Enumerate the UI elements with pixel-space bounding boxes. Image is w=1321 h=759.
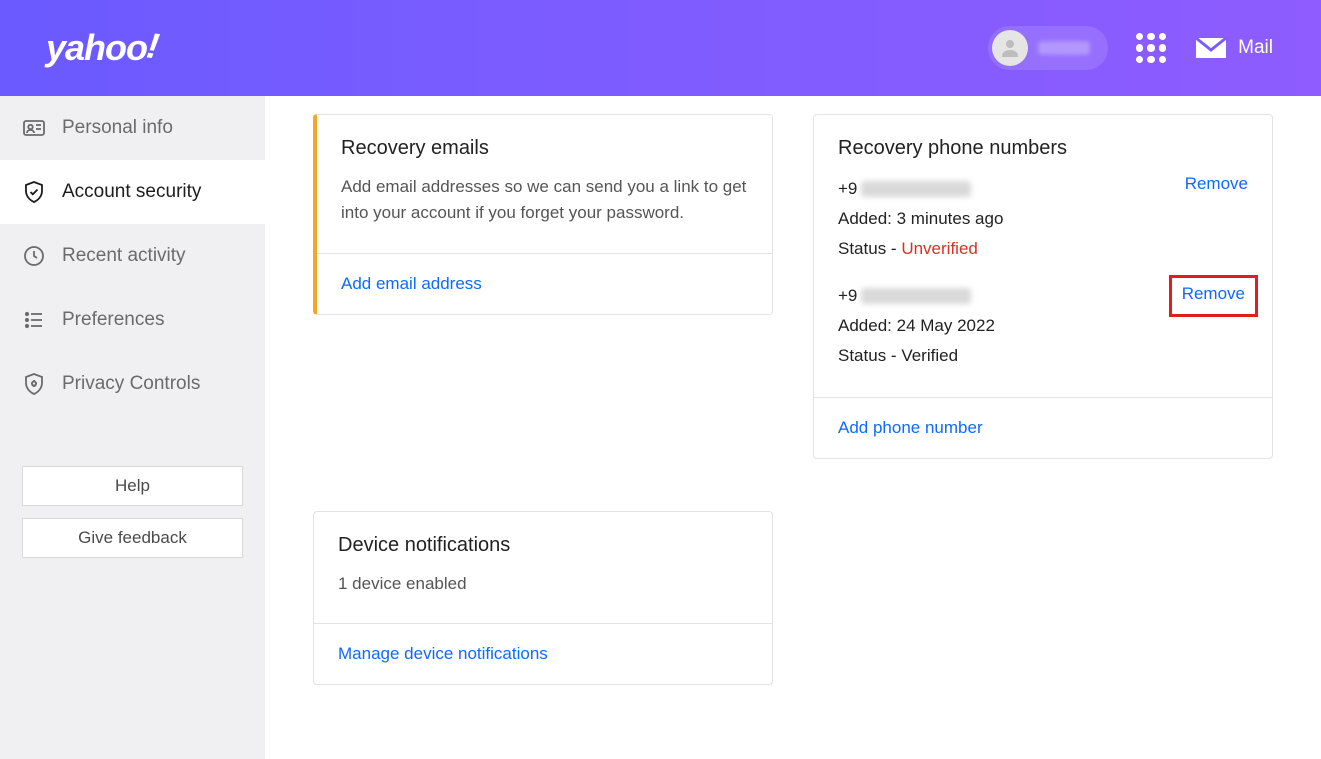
account-name-redacted — [1038, 41, 1090, 55]
card-title: Device notifications — [338, 534, 748, 557]
sidebar-item-label: Preferences — [62, 309, 164, 331]
avatar-icon — [992, 30, 1028, 66]
shield-check-icon — [22, 180, 46, 204]
device-notifications-card: Device notifications 1 device enabled Ma… — [313, 511, 773, 685]
recovery-emails-card: Recovery emails Add email addresses so w… — [313, 114, 773, 315]
sidebar-item-privacy-controls[interactable]: Privacy Controls — [0, 352, 265, 416]
shield-gear-icon — [22, 372, 46, 396]
remove-phone-link[interactable]: Remove — [1185, 174, 1248, 194]
sidebar-item-label: Account security — [62, 181, 201, 203]
device-count: 1 device enabled — [338, 571, 748, 597]
app-header: yahoo! Mail — [0, 0, 1321, 96]
mail-icon — [1194, 36, 1228, 60]
sidebar-item-label: Privacy Controls — [62, 373, 200, 395]
clock-icon — [22, 244, 46, 268]
phone-redacted — [861, 181, 971, 197]
sidebar-item-personal-info[interactable]: Personal info — [0, 96, 265, 160]
remove-phone-link-highlighted[interactable]: Remove — [1169, 275, 1258, 317]
add-email-address-link[interactable]: Add email address — [341, 274, 482, 293]
mail-label: Mail — [1238, 37, 1273, 59]
sidebar-item-preferences[interactable]: Preferences — [0, 288, 265, 352]
manage-device-notifications-link[interactable]: Manage device notifications — [338, 644, 548, 663]
sidebar-item-account-security[interactable]: Account security — [0, 160, 265, 224]
card-description: Add email addresses so we can send you a… — [341, 174, 748, 227]
help-button[interactable]: Help — [22, 466, 243, 506]
card-title: Recovery phone numbers — [838, 137, 1248, 160]
phone-number: +9 — [838, 174, 1003, 204]
sidebar-item-label: Personal info — [62, 117, 173, 139]
yahoo-logo[interactable]: yahoo! — [46, 27, 158, 69]
add-phone-number-link[interactable]: Add phone number — [838, 418, 983, 437]
account-chip[interactable] — [988, 26, 1108, 70]
main-content: Recovery emails Add email addresses so w… — [265, 96, 1321, 759]
sidebar-item-label: Recent activity — [62, 245, 186, 267]
apps-launcher-icon[interactable] — [1136, 33, 1166, 63]
phone-entry: +9 Added: 24 May 2022 Status - Verified … — [838, 281, 1248, 370]
phone-redacted — [861, 288, 971, 304]
list-icon — [22, 308, 46, 332]
phone-added-value: 24 May 2022 — [897, 316, 995, 335]
phone-number: +9 — [838, 281, 995, 311]
phone-status-value: Verified — [901, 346, 958, 365]
sidebar: Personal info Account security Recent ac… — [0, 96, 265, 759]
mail-link[interactable]: Mail — [1194, 36, 1273, 60]
recovery-phones-card: Recovery phone numbers +9 Added: 3 minut… — [813, 114, 1273, 459]
sidebar-item-recent-activity[interactable]: Recent activity — [0, 224, 265, 288]
phone-added-value: 3 minutes ago — [897, 209, 1004, 228]
id-card-icon — [22, 116, 46, 140]
give-feedback-button[interactable]: Give feedback — [22, 518, 243, 558]
phone-entry: +9 Added: 3 minutes ago Status - Unverif… — [838, 174, 1248, 263]
phone-status-value: Unverified — [901, 239, 978, 258]
card-title: Recovery emails — [341, 137, 748, 160]
